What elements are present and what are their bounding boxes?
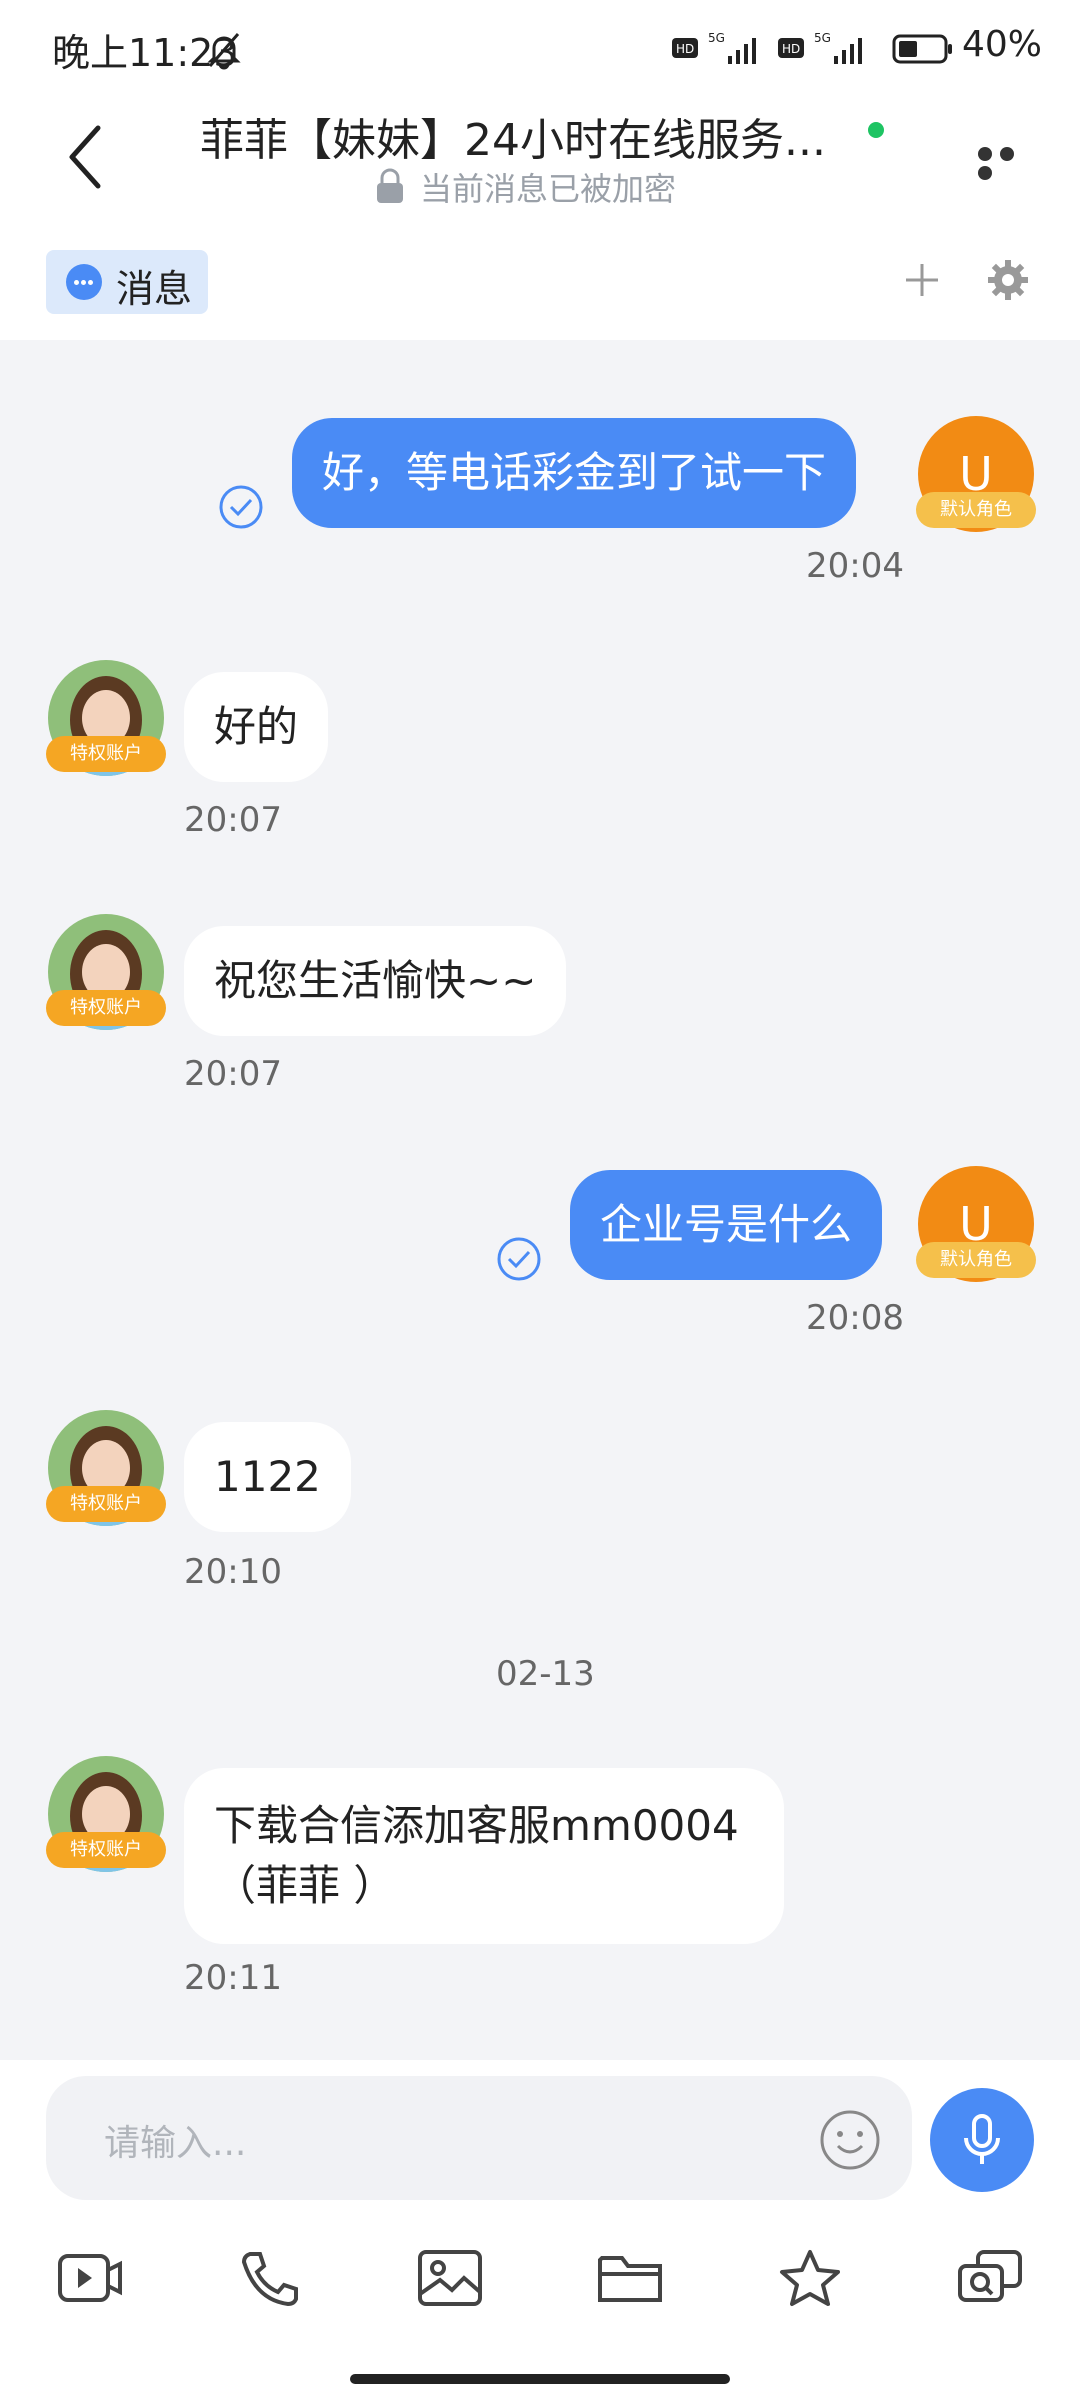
battery-icon [892,34,952,64]
tab-messages-label: 消息 [116,267,193,311]
role-badge: 特权账户 [46,990,166,1026]
svg-text:5G: 5G [708,31,725,45]
voice-button[interactable] [930,2088,1034,2192]
chat-title: 菲菲【妹妹】24小时在线服务... [200,115,826,166]
message-bubble-in[interactable]: 祝您生活愉快~~ [184,926,567,1036]
phone-icon[interactable] [236,2248,304,2308]
message-input-placeholder: 请输入... [104,2123,247,2164]
message-time: 20:07 [184,1054,282,1094]
online-status-dot [868,122,884,138]
date-separator: 02-13 [496,1654,595,1694]
folder-icon[interactable] [596,2248,664,2308]
message-bubble-out[interactable]: 企业号是什么 [570,1170,883,1280]
message-bubble-in[interactable]: 1122 [184,1422,351,1532]
message-time: 20:07 [184,800,282,840]
lock-icon [377,168,403,203]
message-time: 20:08 [806,1298,904,1338]
encryption-notice: 当前消息已被加密 [420,170,677,208]
svg-text:HD: HD [676,42,694,56]
message-time: 20:11 [184,1958,282,1998]
message-bubble-out[interactable]: 好，等电话彩金到了试一下 [292,418,857,528]
chat-bubble-icon [66,264,102,300]
bell-off-icon [207,33,241,70]
battery-percent: 40% [962,24,1043,65]
plus-icon[interactable] [902,260,942,300]
video-icon[interactable] [56,2248,124,2308]
read-check-icon [219,485,263,529]
star-icon[interactable] [776,2248,844,2308]
chat-search-icon[interactable] [956,2248,1024,2308]
gear-icon[interactable] [986,258,1030,302]
role-badge: 默认角色 [916,1242,1036,1278]
microphone-icon [964,2114,1000,2164]
read-check-icon [497,1237,541,1281]
svg-text:5G: 5G [814,31,831,45]
image-icon[interactable] [416,2248,484,2308]
message-time: 20:04 [806,546,904,586]
message-bubble-in[interactable]: 好的 [184,672,329,782]
home-indicator [350,2374,730,2384]
emoji-icon[interactable] [818,2108,882,2172]
tab-messages[interactable]: 消息 [46,250,208,314]
role-badge: 特权账户 [46,1486,166,1522]
status-bar: 晚上11:23 HD 5G HD 5G 40% [0,0,1080,96]
back-arrow-icon[interactable] [64,122,104,192]
svg-text:HD: HD [782,42,800,56]
message-time: 20:10 [184,1552,282,1592]
signal-icon: HD 5G HD 5G [672,31,862,64]
role-badge: 默认角色 [916,492,1036,528]
more-options-icon[interactable] [978,146,1042,180]
role-badge: 特权账户 [46,736,166,772]
role-badge: 特权账户 [46,1832,166,1868]
message-bubble-in[interactable]: 下载合信添加客服mm0004（菲菲 ） [184,1768,784,1944]
